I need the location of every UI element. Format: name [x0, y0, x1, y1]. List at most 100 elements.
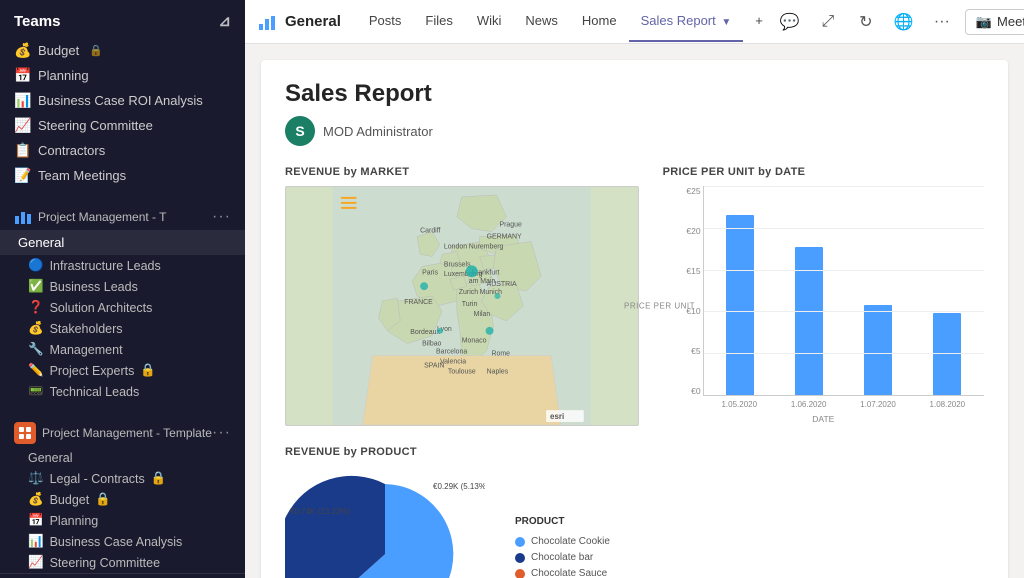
- sidebar-sub-solution-architects[interactable]: ❓ Solution Architects: [0, 297, 245, 318]
- sidebar-sub-infrastructure-leads[interactable]: 🔵 Infrastructure Leads: [0, 255, 245, 276]
- planning-icon: 📅: [14, 67, 32, 84]
- sidebar-sub2-legal[interactable]: ⚖️ Legal - Contracts 🔒: [0, 468, 245, 489]
- stakeholders-icon: 💰: [28, 321, 44, 336]
- tab-home[interactable]: Home: [570, 1, 629, 42]
- globe-icon[interactable]: 🌐: [889, 7, 919, 37]
- sidebar-sub-label: Stakeholders: [50, 322, 123, 336]
- bar-group-1: [712, 190, 769, 395]
- sidebar-sub2-general[interactable]: General: [0, 448, 245, 468]
- tab-bar: Posts Files Wiki News Home Sales Report …: [357, 1, 775, 42]
- sidebar-sub-label: Project Experts: [50, 364, 135, 378]
- legend-item-cookie: Chocolate Cookie: [515, 536, 610, 547]
- bar-rect-3: [864, 305, 892, 395]
- sidebar-sub2-label: Business Case Analysis: [50, 535, 183, 549]
- svg-text:Brussels: Brussels: [444, 261, 471, 268]
- author-avatar: S: [285, 116, 315, 146]
- management-icon: 🔧: [28, 342, 44, 357]
- sidebar-item-steering[interactable]: 📈 Steering Committee: [0, 113, 245, 138]
- legend-dot-cookie: [515, 537, 525, 547]
- section-inner: Project Management - T: [14, 208, 167, 226]
- svg-text:Naples: Naples: [487, 368, 509, 375]
- y-tick-5: €5: [691, 346, 700, 356]
- more-button[interactable]: ···: [212, 208, 231, 226]
- infrastructure-icon: 🔵: [28, 258, 44, 273]
- sidebar-sub-project-experts[interactable]: ✏️ Project Experts 🔒: [0, 360, 245, 381]
- more-button2[interactable]: ···: [212, 424, 231, 442]
- pie-container: €0.29K (5.13%) €0.74K (13.23%) €1.01K (1…: [285, 464, 485, 578]
- svg-text:SPAIN: SPAIN: [424, 362, 444, 369]
- budget2-lock-icon: 🔒: [95, 492, 111, 507]
- top-nav-right: 💬 ⤢ ↻ 🌐 ··· 📷 Meet ▼: [775, 7, 1024, 37]
- general-item[interactable]: General: [0, 230, 245, 255]
- legend-label-sauce: Chocolate Sauce: [531, 568, 607, 578]
- sidebar-item-contractors[interactable]: 📋 Contractors: [0, 138, 245, 163]
- legend-dot-bar: [515, 553, 525, 563]
- report-author: S MOD Administrator: [285, 116, 984, 146]
- tab-sales-report[interactable]: Sales Report ▼: [629, 1, 744, 42]
- sidebar-sub-label: Solution Architects: [50, 301, 153, 315]
- svg-text:esri: esri: [550, 412, 564, 421]
- sidebar-sub-label: Infrastructure Leads: [50, 259, 161, 273]
- sidebar-sub2-budget[interactable]: 💰 Budget 🔒: [0, 489, 245, 510]
- svg-text:Zurich: Zurich: [459, 289, 478, 296]
- sidebar-item-business-case-roi[interactable]: 📊 Business Case ROI Analysis: [0, 88, 245, 113]
- planning2-icon: 📅: [28, 513, 44, 528]
- sidebar-sub2-label: Legal - Contracts: [50, 472, 145, 486]
- bar-chart-icon: [14, 208, 32, 226]
- sidebar-item-label: Planning: [38, 68, 89, 83]
- tab-files[interactable]: Files: [413, 1, 464, 42]
- filter-icon[interactable]: ⊿: [218, 12, 231, 30]
- legend-dot-sauce: [515, 569, 525, 578]
- project1-section[interactable]: Project Management - T ···: [0, 200, 245, 230]
- sidebar-sub-management[interactable]: 🔧 Management: [0, 339, 245, 360]
- svg-text:€0.74K (13.23%): €0.74K (13.23%): [290, 507, 350, 516]
- tab-add[interactable]: +: [743, 1, 775, 42]
- map-section: REVENUE by MARKET: [285, 166, 639, 426]
- svg-text:AUSTRIA: AUSTRIA: [487, 281, 517, 288]
- legend-label-bar: Chocolate bar: [531, 552, 593, 563]
- report-title: Sales Report: [285, 80, 984, 108]
- legend-title: PRODUCT: [515, 516, 610, 527]
- business-leads-icon: ✅: [28, 279, 44, 294]
- chat-icon[interactable]: 💬: [775, 7, 805, 37]
- sidebar-item-label: Budget: [38, 43, 79, 58]
- y-tick-20: €20: [686, 226, 700, 236]
- y-tick-15: €15: [686, 266, 700, 276]
- general-label: General: [18, 235, 64, 250]
- bar-chart-section: PRICE PER UNIT by DATE PRICE PER UNIT €2…: [663, 166, 984, 426]
- experts-lock-icon: 🔒: [140, 363, 156, 378]
- svg-text:Rome: Rome: [492, 351, 511, 358]
- sidebar-sub2-business-case[interactable]: 📊 Business Case Analysis: [0, 531, 245, 552]
- sidebar-sub2-planning[interactable]: 📅 Planning: [0, 510, 245, 531]
- sidebar-sub-stakeholders[interactable]: 💰 Stakeholders: [0, 318, 245, 339]
- bar-chart-container: PRICE PER UNIT €25 €20 €15 €10 €5 €0: [663, 186, 984, 426]
- y-tick-25: €25: [686, 186, 700, 196]
- svg-text:FRANCE: FRANCE: [404, 299, 433, 306]
- svg-text:Monaco: Monaco: [462, 338, 487, 345]
- x-axis-label: DATE: [663, 414, 984, 424]
- tab-wiki[interactable]: Wiki: [465, 1, 514, 42]
- sidebar-item-budget[interactable]: 💰 Budget 🔒: [0, 38, 245, 63]
- meet-button[interactable]: 📷 Meet ▼: [965, 9, 1024, 35]
- main-content: General Posts Files Wiki News Home Sales…: [245, 0, 1024, 578]
- tab-posts[interactable]: Posts: [357, 1, 414, 42]
- svg-text:Milan: Milan: [474, 311, 491, 318]
- channel-name: General: [285, 13, 341, 30]
- expand-icon[interactable]: ⤢: [813, 7, 843, 37]
- more-icon[interactable]: ···: [927, 7, 957, 37]
- sidebar-sub-technical-leads[interactable]: 📟 Technical Leads: [0, 381, 245, 402]
- tab-news[interactable]: News: [513, 1, 570, 42]
- sidebar-item-team-meetings[interactable]: 📝 Team Meetings: [0, 163, 245, 188]
- legend-item-sauce: Chocolate Sauce: [515, 568, 610, 578]
- meet-label: Meet: [997, 14, 1024, 29]
- project2-section[interactable]: Project Management - Template ···: [0, 414, 245, 448]
- sidebar-sub2-steering[interactable]: 📈 Steering Committee: [0, 552, 245, 573]
- svg-text:Bordeaux: Bordeaux: [410, 329, 440, 336]
- refresh-icon[interactable]: ↻: [851, 7, 881, 37]
- camera-icon: 📷: [976, 14, 992, 30]
- bar-chart-title: PRICE PER UNIT by DATE: [663, 166, 984, 178]
- legal-lock-icon: 🔒: [151, 471, 167, 486]
- sidebar-sub-business-leads[interactable]: ✅ Business Leads: [0, 276, 245, 297]
- bar-group-4: [919, 190, 976, 395]
- sidebar-item-planning[interactable]: 📅 Planning: [0, 63, 245, 88]
